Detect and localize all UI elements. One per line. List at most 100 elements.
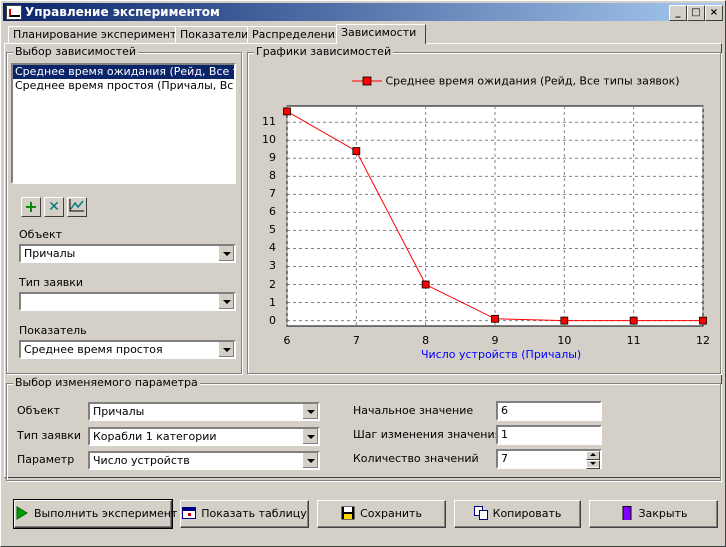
- param-parameter-select[interactable]: Число устройств: [88, 451, 320, 470]
- tab-indicators[interactable]: Показатели: [175, 26, 253, 43]
- object-select-value: Причалы: [24, 247, 76, 260]
- y-tick-label: 2: [269, 277, 276, 291]
- tab-dependencies[interactable]: Зависимости: [336, 24, 426, 44]
- y-tick-label: 0: [269, 313, 276, 327]
- x-tick-label: 9: [491, 334, 499, 347]
- run-experiment-label: Выполнить эксперимент: [34, 507, 178, 520]
- close-button[interactable]: Закрыть: [589, 500, 718, 528]
- minimize-button[interactable]: _: [669, 5, 687, 21]
- copy-label: Копировать: [492, 507, 562, 520]
- data-point: [491, 314, 499, 323]
- y-tick-label: 9: [269, 151, 276, 165]
- title-bar[interactable]: Управление экспериментом _ □ ×: [3, 3, 723, 21]
- dependency-selection-group: Выбор зависимостей Среднее время ожидани…: [6, 45, 242, 374]
- y-tick-label: 8: [269, 169, 276, 183]
- dependency-list[interactable]: Среднее время ожидания (Рейд, Все типы з…: [11, 63, 236, 184]
- data-point: [699, 316, 707, 325]
- x-icon: ✕: [48, 199, 60, 215]
- data-point: [421, 280, 430, 289]
- play-icon: [16, 506, 28, 520]
- count-label: Количество значений: [353, 452, 479, 465]
- window-title: Управление экспериментом: [25, 5, 220, 19]
- app-icon: [6, 5, 22, 20]
- param-object-label: Объект: [17, 404, 61, 417]
- chart-legend: Среднее время ожидания (Рейд, Все типы з…: [352, 74, 680, 92]
- chart-group-legend: Графики зависимостей: [254, 45, 394, 58]
- maximize-button[interactable]: □: [687, 5, 705, 21]
- y-tick-label: 7: [269, 187, 276, 201]
- x-tick-label: 12: [696, 334, 710, 347]
- data-point: [560, 316, 569, 325]
- param-request-type-select-value: Корабли 1 категории: [93, 430, 217, 443]
- dependency-chart: [283, 105, 707, 327]
- show-table-label: Показать таблицу: [201, 507, 307, 520]
- y-tick-label: 6: [269, 205, 276, 219]
- save-button[interactable]: Сохранить: [317, 500, 446, 528]
- x-axis-label: Число устройств (Причалы): [421, 348, 582, 361]
- list-item[interactable]: Среднее время простоя (Причалы, Все типы…: [13, 79, 234, 93]
- x-tick-label: 10: [557, 334, 572, 347]
- y-tick-label: 3: [269, 259, 276, 273]
- x-tick-label: 8: [422, 334, 430, 347]
- indicator-select-value: Среднее время простоя: [24, 343, 163, 356]
- tab-planning[interactable]: Планирование эксперимента: [8, 26, 183, 43]
- param-request-type-label: Тип заявки: [17, 429, 82, 442]
- plus-icon: +: [24, 197, 38, 216]
- object-select[interactable]: Причалы: [19, 244, 236, 263]
- chevron-down-icon[interactable]: [302, 453, 318, 468]
- spin-down-icon[interactable]: [586, 460, 600, 469]
- copy-icon: [473, 506, 488, 520]
- series-legend-label: Среднее время ожидания (Рейд, Все типы з…: [385, 74, 680, 88]
- floppy-disk-icon: [341, 506, 355, 520]
- show-table-button[interactable]: Показать таблицу: [180, 500, 309, 528]
- series-legend-marker: [352, 76, 382, 86]
- param-parameter-label: Параметр: [17, 453, 75, 466]
- request-type-select[interactable]: [19, 292, 236, 311]
- save-label: Сохранить: [360, 507, 422, 520]
- param-request-type-select[interactable]: Корабли 1 категории: [88, 427, 320, 446]
- param-object-select-value: Причалы: [93, 405, 145, 418]
- chevron-down-icon[interactable]: [302, 429, 318, 444]
- start-value-input[interactable]: 6: [496, 401, 602, 421]
- chevron-down-icon[interactable]: [218, 342, 234, 357]
- data-point: [283, 107, 291, 116]
- spin-up-icon[interactable]: [586, 451, 600, 460]
- start-value-label: Начальное значение: [353, 404, 474, 417]
- parameter-group-legend: Выбор изменяемого параметра: [13, 376, 200, 389]
- close-label: Закрыть: [638, 507, 688, 520]
- object-label: Объект: [19, 228, 63, 241]
- close-window-button[interactable]: ×: [705, 5, 723, 21]
- param-parameter-select-value: Число устройств: [93, 454, 190, 467]
- y-tick-label: 5: [269, 223, 276, 237]
- data-point: [352, 147, 361, 155]
- param-object-select[interactable]: Причалы: [88, 402, 320, 421]
- indicator-select[interactable]: Среднее время простоя: [19, 340, 236, 359]
- count-spinner[interactable]: [586, 451, 600, 469]
- indicator-label: Показатель: [19, 324, 87, 337]
- copy-button[interactable]: Копировать: [454, 500, 581, 528]
- chevron-down-icon[interactable]: [218, 246, 234, 261]
- dependency-selection-legend: Выбор зависимостей: [13, 45, 139, 58]
- chevron-down-icon[interactable]: [302, 404, 318, 419]
- table-icon: [182, 507, 197, 519]
- y-tick-label: 4: [269, 241, 276, 255]
- add-button[interactable]: +: [21, 197, 41, 217]
- chevron-down-icon[interactable]: [218, 294, 234, 309]
- count-input-value: 7: [501, 452, 508, 465]
- step-input[interactable]: 1: [496, 425, 602, 445]
- step-label: Шаг изменения значения: [353, 428, 502, 441]
- delete-button[interactable]: ✕: [44, 197, 64, 217]
- run-experiment-button[interactable]: Выполнить эксперимент: [13, 499, 177, 529]
- tab-distributions[interactable]: Распределения: [247, 26, 343, 43]
- y-tick-label: 1: [269, 295, 276, 309]
- chart-button[interactable]: [67, 197, 87, 217]
- chart-icon: [69, 199, 84, 212]
- count-input[interactable]: 7: [496, 449, 602, 469]
- x-tick-label: 7: [352, 334, 360, 347]
- exit-door-icon: [622, 506, 631, 520]
- request-type-label: Тип заявки: [19, 276, 84, 289]
- y-tick-label: 10: [262, 133, 276, 147]
- list-item[interactable]: Среднее время ожидания (Рейд, Все типы з…: [13, 65, 234, 79]
- x-tick-label: 11: [626, 334, 641, 347]
- x-tick-label: 6: [283, 334, 291, 347]
